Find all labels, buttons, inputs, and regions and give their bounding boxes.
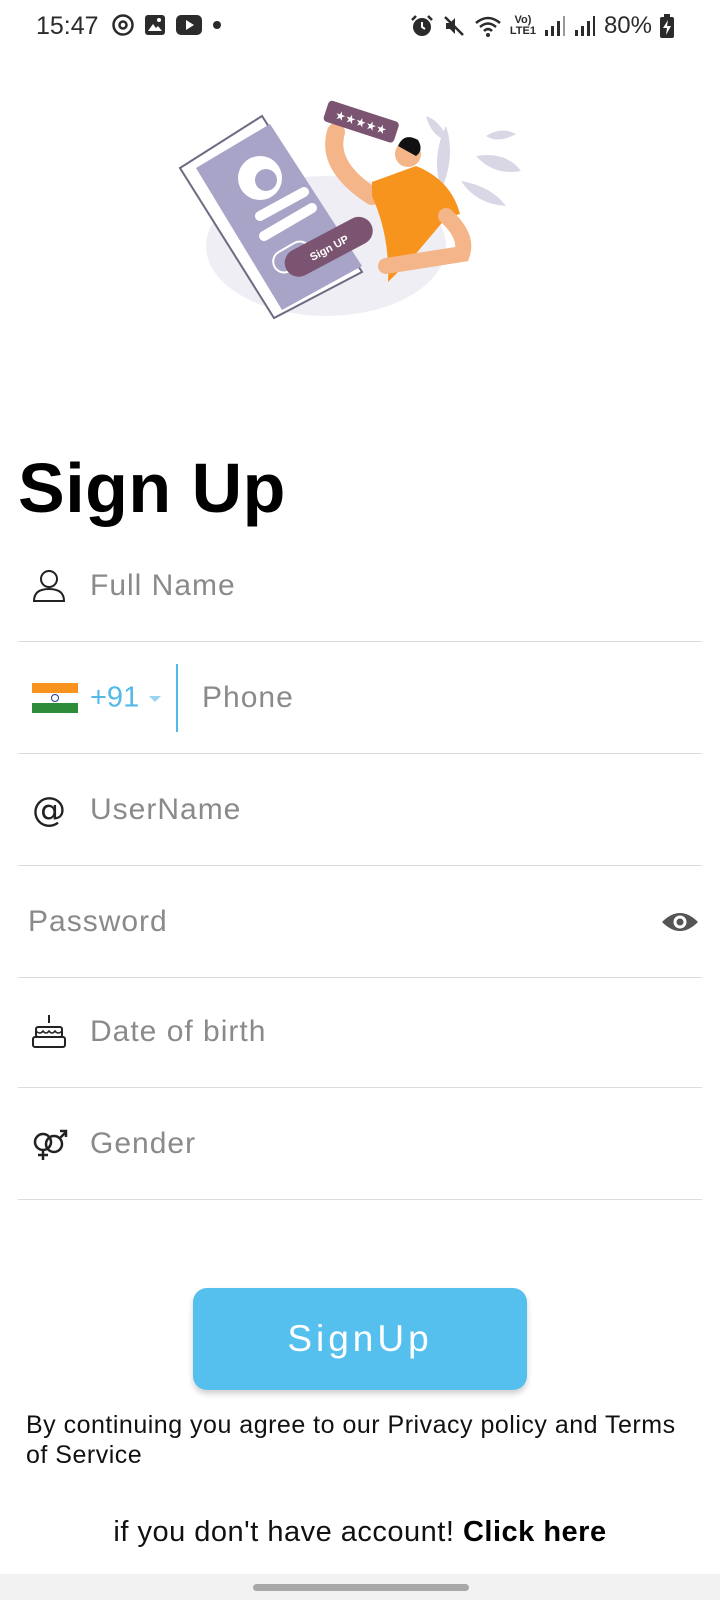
wifi-icon [475, 16, 501, 37]
gender-field[interactable]: Gender [18, 1088, 702, 1200]
status-time: 15:47 [36, 12, 99, 40]
network-label-bottom: LTE1 [509, 25, 536, 37]
username-input[interactable]: UserName [90, 793, 241, 827]
network-label: Vo) LTE1 [510, 15, 536, 37]
password-field[interactable]: Password [18, 866, 702, 978]
battery-charging-icon [660, 14, 674, 38]
phone-field[interactable]: +91 Phone [18, 642, 702, 754]
click-here-link[interactable]: Click here [463, 1516, 607, 1548]
notification-dot-icon [213, 21, 221, 29]
svg-text:@: @ [32, 791, 66, 829]
youtube-icon [176, 15, 202, 35]
dob-field[interactable]: Date of birth [18, 976, 702, 1088]
full-name-field[interactable]: Full Name [18, 530, 702, 642]
signup-button[interactable]: SignUp [193, 1288, 527, 1390]
account-prompt-text: if you don't have account! [113, 1516, 463, 1548]
terms-text: By continuing you agree to our Privacy p… [26, 1411, 676, 1469]
phone-input[interactable]: Phone [202, 681, 294, 715]
india-flag-icon[interactable] [32, 682, 78, 713]
status-bar: 15:47 Vo) LTE1 80% [0, 0, 720, 54]
birthday-cake-icon [32, 1014, 66, 1048]
status-right-icons: Vo) LTE1 80% [410, 12, 674, 40]
chevron-down-icon[interactable] [149, 696, 161, 702]
account-prompt-line: if you don't have account! Click here [0, 1516, 720, 1549]
threads-icon [112, 14, 134, 36]
gallery-icon [145, 15, 165, 35]
navigation-bar [0, 1574, 720, 1600]
signal-icon [574, 16, 595, 36]
eye-icon[interactable] [660, 908, 700, 936]
at-sign-icon: @ [32, 791, 66, 829]
gender-input[interactable]: Gender [90, 1127, 196, 1161]
home-gesture-handle[interactable] [253, 1584, 469, 1591]
signal-icon [544, 16, 565, 36]
status-left-icons [112, 14, 222, 36]
gender-icon [33, 1129, 68, 1160]
full-name-input[interactable]: Full Name [90, 569, 236, 603]
person-icon [32, 569, 66, 602]
dob-input[interactable]: Date of birth [90, 1015, 266, 1049]
country-code-selector[interactable]: +91 [90, 681, 139, 714]
mute-icon [443, 16, 464, 36]
username-field[interactable]: @ UserName [18, 754, 702, 866]
alarm-icon [410, 15, 433, 36]
battery-percent: 80% [603, 12, 652, 39]
signup-illustration: ★★★★★ Sign UP [176, 96, 536, 326]
phone-divider [176, 664, 178, 732]
page-title: Sign Up [18, 449, 286, 527]
password-input[interactable]: Password [28, 905, 168, 939]
